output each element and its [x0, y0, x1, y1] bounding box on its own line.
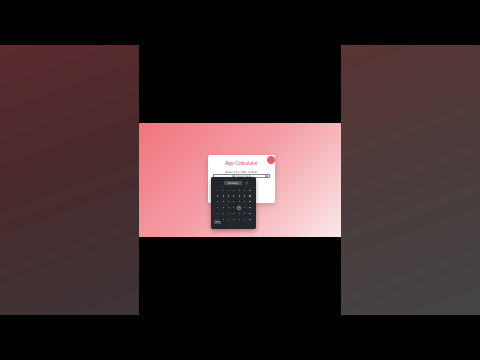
day-number	[249, 201, 251, 203]
day-number	[244, 201, 246, 203]
day-number	[217, 201, 219, 203]
close-button[interactable]	[267, 156, 275, 164]
day-number	[233, 206, 235, 209]
day-number	[249, 212, 251, 214]
day-number	[244, 212, 246, 214]
day-number	[227, 201, 230, 203]
day-number	[217, 218, 219, 220]
day-number	[222, 195, 224, 197]
day-number	[227, 195, 230, 197]
day-number	[227, 218, 230, 220]
day-number	[233, 189, 235, 191]
day-number	[233, 212, 235, 214]
day-number	[249, 189, 251, 191]
selected-day-cell[interactable]	[237, 205, 242, 210]
day-number	[244, 206, 246, 209]
day-number	[233, 218, 235, 220]
day-number	[238, 189, 240, 191]
chevron-down-icon[interactable]: ▾	[246, 183, 249, 186]
date-picker-popup: January ▴ ▾ Today	[211, 177, 256, 229]
today-button[interactable]: Today	[214, 221, 221, 224]
day-number	[244, 218, 246, 220]
day-number	[244, 195, 246, 197]
calendar-icon[interactable]: ▦	[265, 175, 268, 178]
day-number	[222, 206, 224, 209]
day-number	[233, 201, 235, 203]
day-number	[238, 218, 240, 220]
day-number	[227, 212, 230, 214]
day-cell[interactable]	[247, 189, 252, 191]
day-number	[249, 195, 251, 197]
day-number	[249, 218, 251, 220]
day-number	[217, 195, 219, 197]
day-number	[244, 189, 246, 191]
day-number	[222, 218, 224, 220]
day-cell[interactable]	[247, 195, 252, 197]
day-number	[222, 212, 224, 214]
day-number	[238, 212, 240, 214]
day-cell[interactable]	[247, 201, 252, 203]
day-number	[217, 189, 219, 191]
day-cell[interactable]	[247, 206, 252, 209]
day-number	[217, 212, 219, 214]
day-number	[222, 189, 224, 191]
month-year-selector[interactable]: January	[224, 181, 242, 185]
day-number	[249, 206, 251, 209]
app-title: Age Calculator	[225, 161, 258, 167]
day-cell[interactable]	[247, 212, 252, 214]
day-number	[222, 201, 224, 203]
day-cell[interactable]	[247, 218, 252, 220]
day-number	[227, 189, 230, 191]
day-number	[233, 195, 235, 197]
day-grid	[215, 189, 253, 220]
app-viewport: Age Calculator Enter Your Date of Birth …	[139, 123, 341, 237]
blurred-background-left	[0, 45, 139, 315]
day-number	[238, 201, 240, 203]
day-number	[217, 206, 219, 209]
blurred-background-right	[341, 45, 480, 315]
day-number	[238, 195, 240, 197]
day-number	[227, 206, 230, 209]
video-frame: Age Calculator Enter Your Date of Birth …	[0, 0, 480, 360]
selection-ring	[237, 205, 242, 210]
